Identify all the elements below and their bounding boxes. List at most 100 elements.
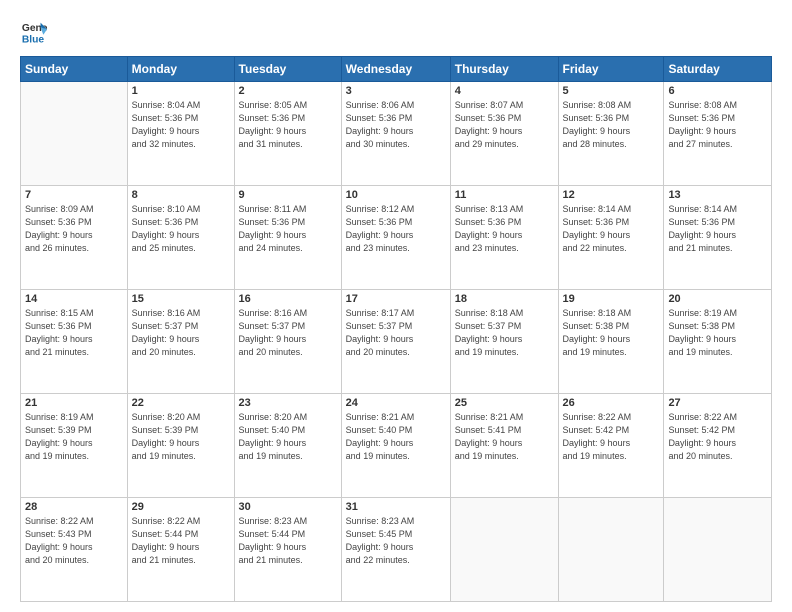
day-number: 11 [455,189,554,201]
day-info: Sunrise: 8:20 AMSunset: 5:39 PMDaylight:… [132,411,230,463]
calendar-cell: 10 Sunrise: 8:12 AMSunset: 5:36 PMDayligh… [341,186,450,290]
day-info: Sunrise: 8:19 AMSunset: 5:38 PMDaylight:… [668,307,767,359]
day-info: Sunrise: 8:14 AMSunset: 5:36 PMDaylight:… [563,203,660,255]
day-info: Sunrise: 8:22 AMSunset: 5:44 PMDaylight:… [132,515,230,567]
day-number: 6 [668,85,767,97]
weekday-header: Wednesday [341,57,450,82]
day-number: 16 [239,293,337,305]
calendar-cell: 31 Sunrise: 8:23 AMSunset: 5:45 PMDayligh… [341,498,450,602]
calendar-cell [664,498,772,602]
calendar-cell: 30 Sunrise: 8:23 AMSunset: 5:44 PMDayligh… [234,498,341,602]
day-info: Sunrise: 8:08 AMSunset: 5:36 PMDaylight:… [563,99,660,151]
weekday-header: Thursday [450,57,558,82]
day-number: 25 [455,397,554,409]
weekday-header: Saturday [664,57,772,82]
calendar-cell: 9Sunrise: 8:11 AMSunset: 5:36 PMDaylight… [234,186,341,290]
day-number: 2 [239,85,337,97]
calendar-cell: 1 Sunrise: 8:04 AMSunset: 5:36 PMDaylight… [127,82,234,186]
calendar-cell: 15Sunrise: 8:16 AMSunset: 5:37 PMDayligh… [127,290,234,394]
svg-text:Blue: Blue [22,34,45,45]
day-info: Sunrise: 8:14 AMSunset: 5:36 PMDaylight:… [668,203,767,255]
calendar-cell: 22 Sunrise: 8:20 AMSunset: 5:39 PMDayligh… [127,394,234,498]
calendar-cell: 17Sunrise: 8:17 AMSunset: 5:37 PMDayligh… [341,290,450,394]
day-info: Sunrise: 8:18 AMSunset: 5:38 PMDaylight:… [563,307,660,359]
day-number: 17 [346,293,446,305]
day-info: Sunrise: 8:04 AMSunset: 5:36 PMDaylight:… [132,99,230,151]
day-number: 13 [668,189,767,201]
day-number: 10 [346,189,446,201]
day-number: 31 [346,501,446,513]
day-info: Sunrise: 8:21 AMSunset: 5:41 PMDaylight:… [455,411,554,463]
calendar-cell: 5 Sunrise: 8:08 AMSunset: 5:36 PMDaylight… [558,82,664,186]
calendar-cell: 3 Sunrise: 8:06 AMSunset: 5:36 PMDaylight… [341,82,450,186]
weekday-header: Sunday [21,57,128,82]
calendar-cell: 11 Sunrise: 8:13 AMSunset: 5:36 PMDayligh… [450,186,558,290]
calendar-cell: 13 Sunrise: 8:14 AMSunset: 5:36 PMDayligh… [664,186,772,290]
day-info: Sunrise: 8:08 AMSunset: 5:36 PMDaylight:… [668,99,767,151]
day-info: Sunrise: 8:23 AMSunset: 5:44 PMDaylight:… [239,515,337,567]
day-number: 5 [563,85,660,97]
calendar-week-row: 7 Sunrise: 8:09 AMSunset: 5:36 PMDaylight… [21,186,772,290]
day-info: Sunrise: 8:22 AMSunset: 5:42 PMDaylight:… [668,411,767,463]
day-info: Sunrise: 8:09 AMSunset: 5:36 PMDaylight:… [25,203,123,255]
day-number: 21 [25,397,123,409]
day-number: 29 [132,501,230,513]
calendar-cell [450,498,558,602]
calendar-week-row: 1 Sunrise: 8:04 AMSunset: 5:36 PMDaylight… [21,82,772,186]
day-info: Sunrise: 8:16 AMSunset: 5:37 PMDaylight:… [132,307,230,359]
calendar-week-row: 28 Sunrise: 8:22 AMSunset: 5:43 PMDayligh… [21,498,772,602]
calendar-cell: 14Sunrise: 8:15 AMSunset: 5:36 PMDayligh… [21,290,128,394]
calendar-cell: 18 Sunrise: 8:18 AMSunset: 5:37 PMDayligh… [450,290,558,394]
day-number: 22 [132,397,230,409]
day-number: 4 [455,85,554,97]
page-header: General Blue [20,18,772,46]
day-info: Sunrise: 8:22 AMSunset: 5:42 PMDaylight:… [563,411,660,463]
day-number: 18 [455,293,554,305]
day-number: 19 [563,293,660,305]
calendar-cell: 26 Sunrise: 8:22 AMSunset: 5:42 PMDayligh… [558,394,664,498]
day-info: Sunrise: 8:15 AMSunset: 5:36 PMDaylight:… [25,307,123,359]
calendar-cell: 4 Sunrise: 8:07 AMSunset: 5:36 PMDaylight… [450,82,558,186]
day-info: Sunrise: 8:20 AMSunset: 5:40 PMDaylight:… [239,411,337,463]
day-info: Sunrise: 8:16 AMSunset: 5:37 PMDaylight:… [239,307,337,359]
day-info: Sunrise: 8:18 AMSunset: 5:37 PMDaylight:… [455,307,554,359]
calendar-cell: 19 Sunrise: 8:18 AMSunset: 5:38 PMDayligh… [558,290,664,394]
logo: General Blue [20,18,52,46]
day-info: Sunrise: 8:21 AMSunset: 5:40 PMDaylight:… [346,411,446,463]
calendar-cell: 20Sunrise: 8:19 AMSunset: 5:38 PMDayligh… [664,290,772,394]
day-info: Sunrise: 8:07 AMSunset: 5:36 PMDaylight:… [455,99,554,151]
calendar-week-row: 21 Sunrise: 8:19 AMSunset: 5:39 PMDayligh… [21,394,772,498]
day-number: 3 [346,85,446,97]
logo-icon: General Blue [20,18,48,46]
calendar-cell: 24Sunrise: 8:21 AMSunset: 5:40 PMDayligh… [341,394,450,498]
day-number: 26 [563,397,660,409]
weekday-header: Monday [127,57,234,82]
day-info: Sunrise: 8:06 AMSunset: 5:36 PMDaylight:… [346,99,446,151]
day-number: 7 [25,189,123,201]
calendar-cell [21,82,128,186]
calendar-cell: 7 Sunrise: 8:09 AMSunset: 5:36 PMDaylight… [21,186,128,290]
day-info: Sunrise: 8:05 AMSunset: 5:36 PMDaylight:… [239,99,337,151]
calendar-header: SundayMondayTuesdayWednesdayThursdayFrid… [21,57,772,82]
day-number: 28 [25,501,123,513]
calendar-cell: 6 Sunrise: 8:08 AMSunset: 5:36 PMDaylight… [664,82,772,186]
day-info: Sunrise: 8:11 AMSunset: 5:36 PMDaylight:… [239,203,337,255]
day-number: 30 [239,501,337,513]
weekday-header: Friday [558,57,664,82]
calendar-cell: 28 Sunrise: 8:22 AMSunset: 5:43 PMDayligh… [21,498,128,602]
day-info: Sunrise: 8:22 AMSunset: 5:43 PMDaylight:… [25,515,123,567]
calendar-cell: 8Sunrise: 8:10 AMSunset: 5:36 PMDaylight… [127,186,234,290]
day-info: Sunrise: 8:23 AMSunset: 5:45 PMDaylight:… [346,515,446,567]
day-number: 27 [668,397,767,409]
calendar-cell: 16 Sunrise: 8:16 AMSunset: 5:37 PMDayligh… [234,290,341,394]
calendar-cell: 12Sunrise: 8:14 AMSunset: 5:36 PMDayligh… [558,186,664,290]
day-info: Sunrise: 8:19 AMSunset: 5:39 PMDaylight:… [25,411,123,463]
calendar-cell [558,498,664,602]
calendar-table: SundayMondayTuesdayWednesdayThursdayFrid… [20,56,772,602]
day-info: Sunrise: 8:13 AMSunset: 5:36 PMDaylight:… [455,203,554,255]
day-info: Sunrise: 8:12 AMSunset: 5:36 PMDaylight:… [346,203,446,255]
day-number: 1 [132,85,230,97]
day-number: 23 [239,397,337,409]
day-info: Sunrise: 8:10 AMSunset: 5:36 PMDaylight:… [132,203,230,255]
weekday-header: Tuesday [234,57,341,82]
